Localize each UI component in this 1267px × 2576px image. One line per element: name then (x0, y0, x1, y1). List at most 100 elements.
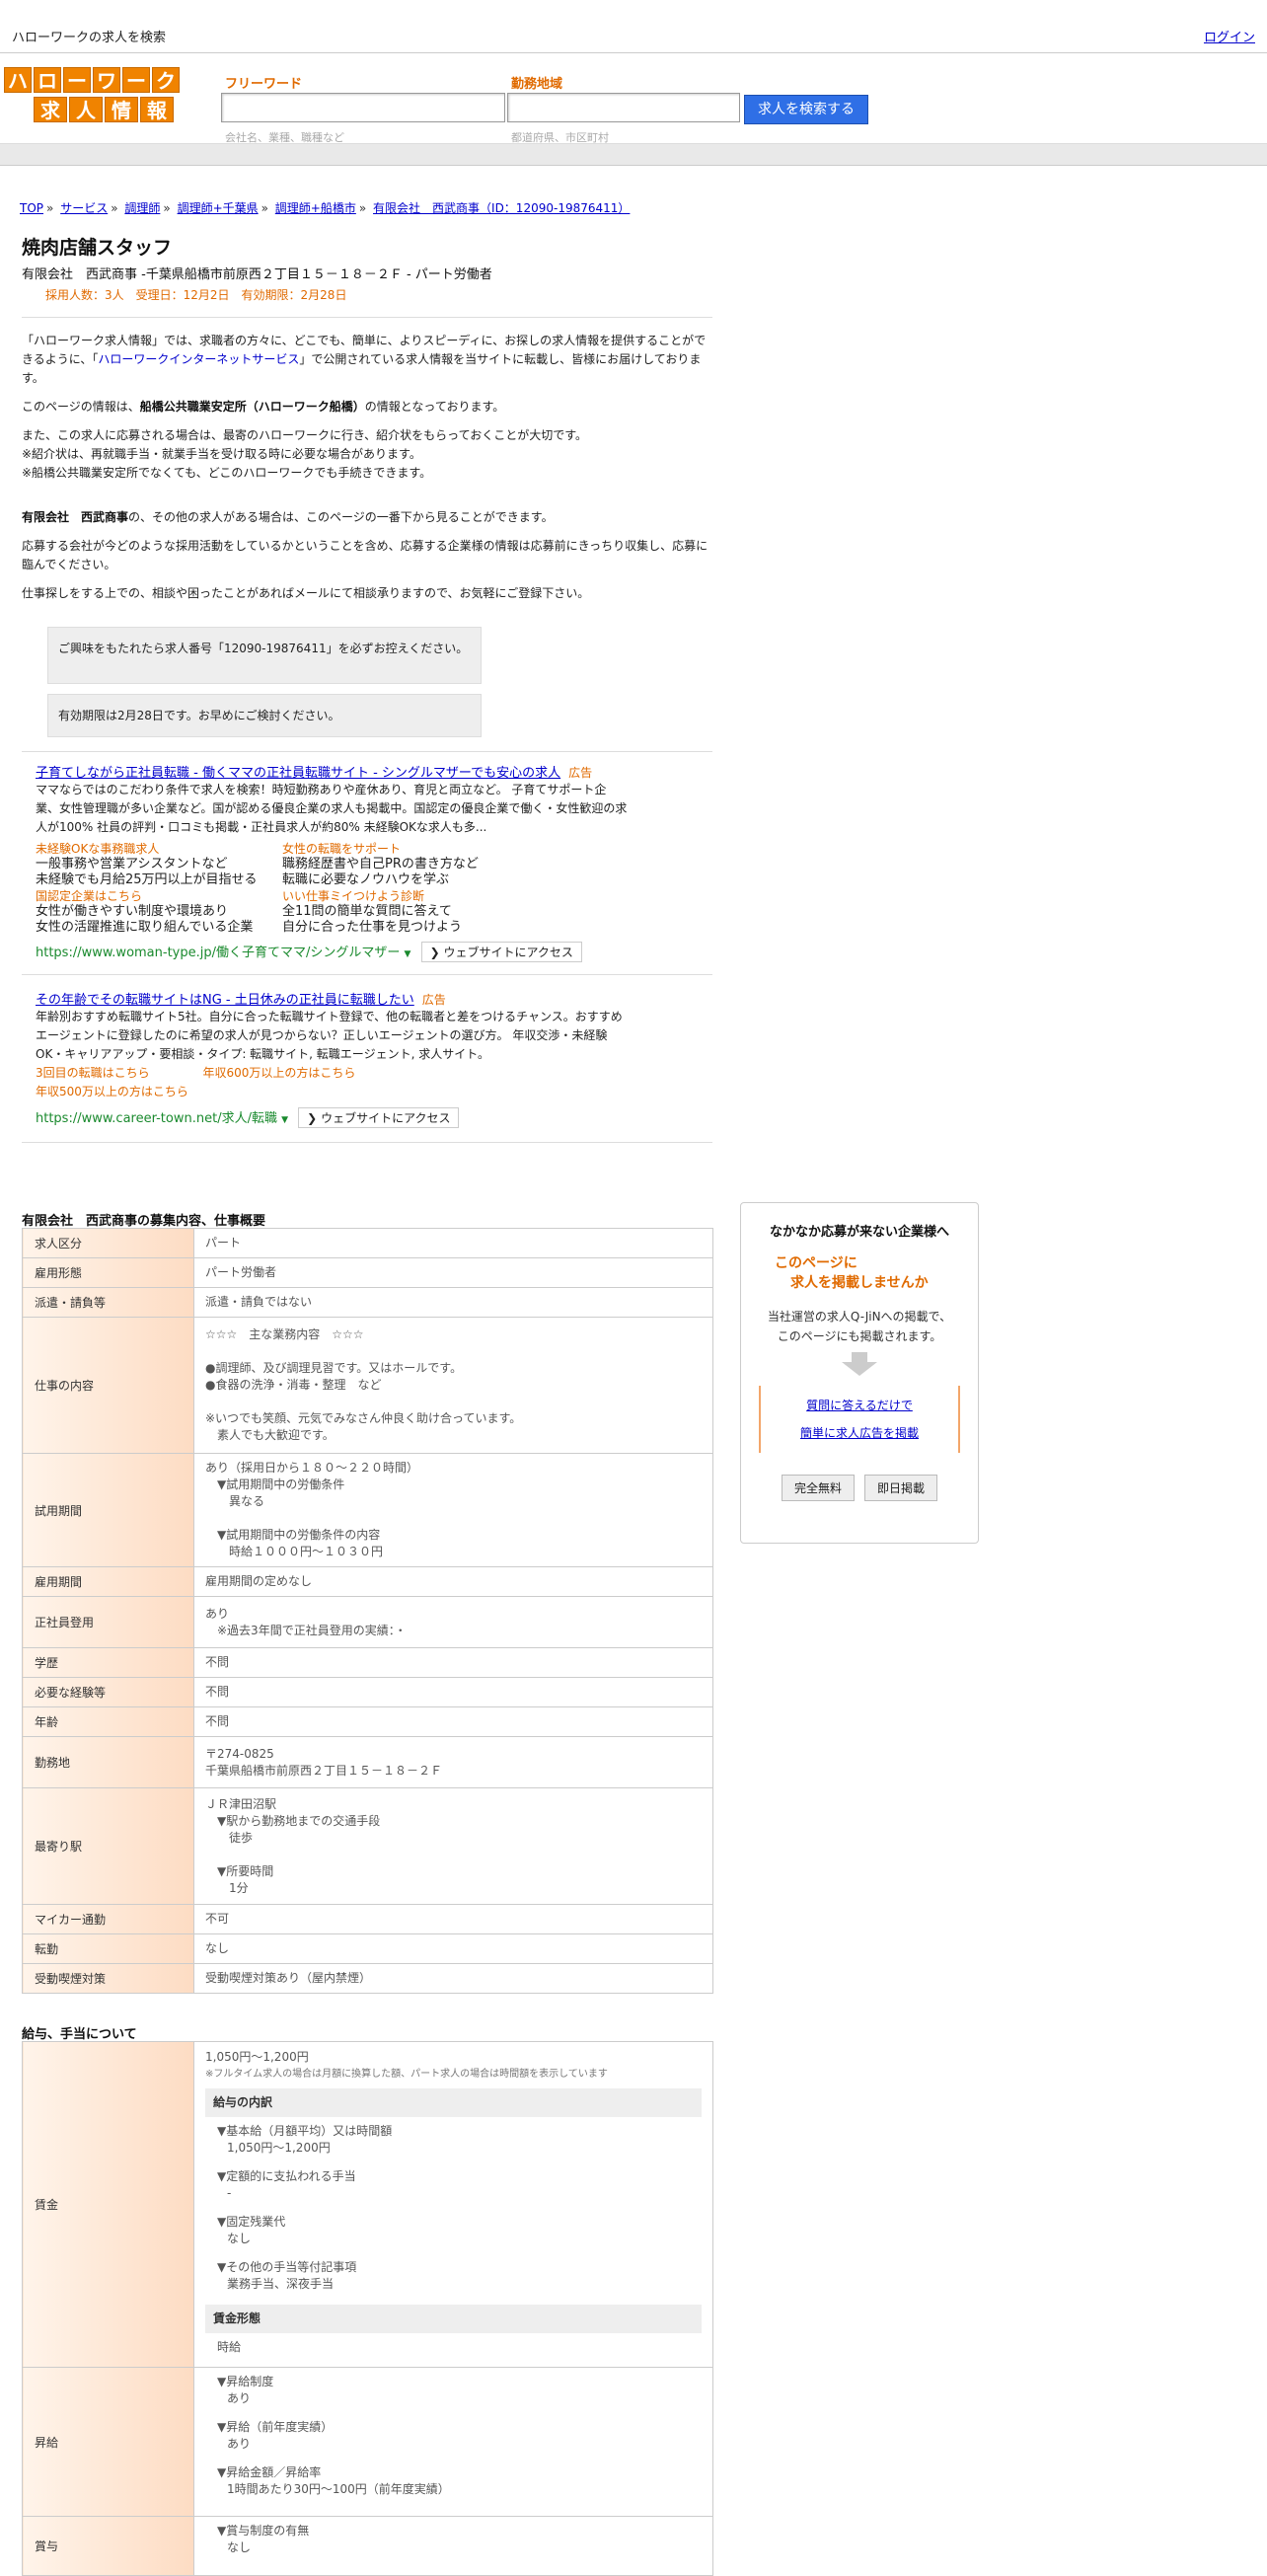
search-header: ハローワーク 求人情報 フリーワード 会社名、業種、職種など 勤務地域 都道府県… (0, 53, 1267, 144)
freeword-input[interactable] (221, 93, 505, 122)
ad-2-sitelink[interactable]: 3回目の転職はこちら (36, 1066, 150, 1080)
area-label: 勤務地域 (511, 77, 563, 92)
promo-title: なかなか応募が来ない企業様へ (769, 1225, 949, 1240)
logo-char: 人 (69, 97, 103, 122)
item-heading: ▼昇給制度 (217, 2375, 274, 2388)
search-button[interactable]: 求人を検索する (744, 95, 868, 124)
row-value: あり ※過去3年間で正社員登用の実績：・ (193, 1596, 713, 1648)
row-value: あり（採用日から１８０～２２０時間） ▼試用期間中の労働条件 異なる ▼試用期間… (193, 1453, 713, 1567)
ad-1-sitelink[interactable]: いい仕事ミイつけよう診断 全11問の簡単な質問に答えて 自分に合った仕事を見つけよう (282, 888, 529, 936)
ad-2-url[interactable]: https://www.career-town.net/求人/転職 ▼ ❯ ウェ… (36, 1107, 712, 1128)
row-value: パート労働者 (193, 1257, 713, 1288)
row-key: 試用期間 (22, 1453, 194, 1567)
item-heading: ▼その他の手当等付記事項 (217, 2260, 357, 2274)
table-row: 派遣・請負等 派遣・請負ではない (22, 1287, 713, 1318)
row-key: 転勤 (22, 1933, 194, 1964)
item-value: あり (227, 2437, 252, 2451)
breadcrumb-service[interactable]: サービス (60, 201, 108, 215)
row-value: ＪＲ津田沼駅 ▼駅から勤務地までの交通手段 徒歩 ▼所要時間 1分 (193, 1787, 713, 1905)
row-value: 1,050円〜1,200円 ※フルタイム求人の場合は月額に換算した額、パート求人… (193, 2041, 713, 2368)
intro-paragraph-1: 「ハローワーク求人情報」では、求職者の方々に、どこでも、簡単に、よりスピーディに… (22, 334, 707, 385)
wage-note: ※フルタイム求人の場合は月額に換算した額、パート求人の場合は時間額を表示していま… (205, 2069, 608, 2080)
ad-1-sitelink[interactable]: 未経験OKな事務職求人 一般事務や営業アシスタントなど 未経験でも月給25万円以上が… (36, 841, 282, 888)
row-key: マイカー通勤 (22, 1904, 194, 1934)
wage-form-head: 賃金形態 (205, 2305, 702, 2333)
logo-row-2: 求人情報 (34, 97, 174, 122)
item-value: なし (227, 2540, 252, 2554)
row-value: ▼賞与制度の有無 なし (193, 2516, 713, 2576)
hellowork-internet-link[interactable]: ハローワークインターネットサービス (98, 352, 299, 366)
row-key: 求人区分 (22, 1228, 194, 1258)
logo-char: ロ (34, 67, 61, 93)
table-row: マイカー通勤 不可 (22, 1904, 713, 1934)
ad-2-sitelink[interactable]: 年収600万以上の方はこちら (202, 1066, 355, 1080)
row-key: 賞与 (22, 2516, 194, 2576)
wage-form: 時給 (217, 2340, 242, 2354)
ad-2-sitelink[interactable]: 年収500万以上の方はこちら (36, 1085, 188, 1099)
advertise-promo-box: なかなか応募が来ない企業様へ このページに 求人を掲載しませんか 当社運営の求人Q… (740, 1202, 979, 1544)
expiry-notice: 有効期限は2月28日です。お早めにご検討ください。 (47, 694, 482, 737)
item-heading: ▼基本給（月額平均）又は時間額 (217, 2124, 393, 2138)
ad-1-sitelink[interactable]: 国認定企業はこちら 女性が働きやすい制度や環境あり 女性の活躍推進に取り組んでいる企… (36, 888, 282, 936)
logo-row-1: ハローワーク (4, 67, 180, 93)
login-link[interactable]: ログイン (1204, 27, 1255, 45)
breadcrumb-company[interactable]: 有限会社 西武商事（ID：12090-19876411） (373, 201, 630, 215)
row-value: 派遣・請負ではない (193, 1287, 713, 1318)
hellowork-logo[interactable]: ハローワーク 求人情報 (4, 67, 180, 122)
ad-2-tag: 広告 (421, 993, 446, 1007)
table-row: 昇給 ▼昇給制度 あり ▼昇給（前年度実績） あり ▼昇給金額／昇給率 1時間あたり30円… (22, 2367, 713, 2517)
row-key: 必要な経験等 (22, 1677, 194, 1707)
ad-1-visit-button[interactable]: ❯ ウェブサイトにアクセス (420, 942, 582, 962)
table-row: 求人区分 パート (22, 1228, 713, 1258)
ad-2-title[interactable]: その年齢でその転職サイトはNG - 土日休みの正社員に転職したい (36, 993, 414, 1008)
ad-2-description: 年齢別おすすめ転職サイト5社。自分に合った転職サイト登録で、他の転職者と差をつけ… (36, 1010, 623, 1061)
ad-1-title[interactable]: 子育てしながら正社員転職 - 働くママの正社員転職サイト - シングルマザーでも… (36, 766, 560, 781)
table-row: 賃金 1,050円〜1,200円 ※フルタイム求人の場合は月額に換算した額、パー… (22, 2041, 713, 2368)
row-key: 勤務地 (22, 1736, 194, 1788)
logo-char: ー (63, 67, 91, 93)
area-input[interactable] (507, 93, 740, 122)
arrow-down-icon (852, 1352, 867, 1362)
ad-block-1: 子育てしながら正社員転職 - 働くママの正社員転職サイト - シングルマザーでも… (22, 762, 712, 962)
row-value: 〒274-0825 千葉県船橋市前原西２丁目１５－１８－２Ｆ (193, 1736, 713, 1788)
table-row: 学歴 不問 (22, 1647, 713, 1678)
logo-char: ハ (4, 67, 32, 93)
job-title: 焼肉店舗スタッフ (22, 237, 173, 259)
item-value: なし (227, 2232, 252, 2245)
item-heading: ▼定額的に支払われる手当 (217, 2169, 356, 2183)
ad-1-description: ママならではのこだわり条件で求人を検索！時短勤務ありや産休あり、育児と両立など。… (36, 783, 628, 834)
ad-2-visit-button[interactable]: ❯ ウェブサイトにアクセス (298, 1107, 460, 1128)
row-key: 賃金 (22, 2041, 194, 2368)
breadcrumb: TOP» サービス» 調理師» 調理師+千葉県» 調理師+船橋市» 有限会社 西… (20, 201, 631, 215)
same-day-button[interactable]: 即日掲載 (864, 1475, 938, 1501)
breadcrumb-cook-funabashi[interactable]: 調理師+船橋市 (275, 201, 356, 215)
table-row: 必要な経験等 不問 (22, 1677, 713, 1707)
intro-paragraph-6: 仕事探しをする上での、相談や困ったことがあればメールにて相談承りますので、お気軽… (22, 586, 590, 600)
table-row: 受動喫煙対策 受動喫煙対策あり（屋内禁煙） (22, 1963, 713, 1994)
ad-1-sitelink[interactable]: 女性の転職をサポート 職務経歴書や自己PRの書き方など 転職に必要なノウハウを学ぶ (282, 841, 529, 888)
salary-table: 賃金 1,050円〜1,200円 ※フルタイム求人の場合は月額に換算した額、パー… (22, 2041, 713, 2576)
row-value: 受動喫煙対策あり（屋内禁煙） (193, 1963, 713, 1994)
table-row: 賞与 ▼賞与制度の有無 なし (22, 2516, 713, 2576)
promo-link-post-ad[interactable]: 簡単に求人広告を掲載 (761, 1419, 958, 1447)
row-key: 派遣・請負等 (22, 1287, 194, 1318)
table-row: 勤務地 〒274-0825 千葉県船橋市前原西２丁目１５－１８－２Ｆ (22, 1736, 713, 1788)
promo-link-questions[interactable]: 質問に答えるだけで (761, 1392, 958, 1419)
logo-char: ー (122, 67, 150, 93)
logo-char: ワ (93, 67, 120, 93)
chevron-right-icon: ❯ (429, 946, 440, 959)
header-divider-bar (0, 144, 1267, 166)
intro-paragraph-3: また、この求人に応募される場合は、最寄のハローワークに行き、紹介状をもらっておく… (22, 428, 588, 480)
logo-char: ク (152, 67, 180, 93)
item-value: あり (227, 2391, 252, 2405)
breadcrumb-cook[interactable]: 調理師 (124, 201, 160, 215)
breadcrumb-cook-chiba[interactable]: 調理師+千葉県 (178, 201, 259, 215)
breadcrumb-top[interactable]: TOP (20, 201, 43, 215)
row-key: 学歴 (22, 1647, 194, 1678)
row-value: 不可 (193, 1904, 713, 1934)
ad-1-url[interactable]: https://www.woman-type.jp/働く子育てママ/シングルマザ… (36, 942, 712, 962)
item-heading: ▼昇給（前年度実績） (217, 2420, 334, 2434)
site-title: ハローワークの求人を検索 (12, 31, 167, 45)
free-button[interactable]: 完全無料 (781, 1475, 855, 1501)
row-value: パート (193, 1228, 713, 1258)
